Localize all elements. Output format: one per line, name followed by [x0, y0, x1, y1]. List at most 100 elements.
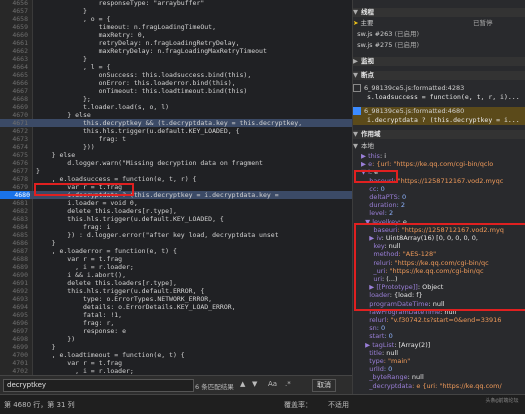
code-line[interactable]: 4677}: [0, 167, 352, 175]
code-line[interactable]: 4662 maxRetryDelay: n.fragLoadingMaxRetr…: [0, 47, 352, 55]
code-line[interactable]: 4663 }: [0, 55, 352, 63]
breakpoint-checkbox[interactable]: [353, 84, 361, 92]
code-line[interactable]: 4670 } else: [0, 111, 352, 119]
thread-sw-275[interactable]: sw.js #275 (已启用): [353, 41, 525, 50]
code-line[interactable]: 4673 frag: t: [0, 135, 352, 143]
code-line[interactable]: 4694 details: o.ErrorDetails.KEY_LOAD_ER…: [0, 303, 352, 311]
local-scope-header[interactable]: ▼ 本地: [353, 142, 525, 151]
code-line[interactable]: 4700 , e.loadtimeout = function(e, t) {: [0, 351, 352, 359]
line-number[interactable]: 4681: [0, 199, 28, 207]
code-line[interactable]: 4699 }: [0, 343, 352, 351]
line-number[interactable]: 4661: [0, 39, 28, 47]
line-number[interactable]: 4687: [0, 247, 28, 255]
breakpoint-item[interactable]: 6_98139ce5.js:formatted:4283: [353, 84, 525, 93]
line-number[interactable]: 4679: [0, 183, 28, 191]
code-line[interactable]: 4685 }) : d.logger.error("after key load…: [0, 231, 352, 239]
scope-section-header[interactable]: ▼ 作用域: [353, 130, 525, 139]
line-number[interactable]: 4693: [0, 295, 28, 303]
line-number[interactable]: 4699: [0, 343, 28, 351]
code-line[interactable]: 4696 frag: r,: [0, 319, 352, 327]
code-line[interactable]: 4697 response: e: [0, 327, 352, 335]
code-line[interactable]: 4692 this.hls.trigger(u.default.ERROR, {: [0, 287, 352, 295]
line-number[interactable]: 4659: [0, 23, 28, 31]
code-line[interactable]: 4688 var r = t.frag: [0, 255, 352, 263]
line-number[interactable]: 4678: [0, 175, 28, 183]
watch-section-header[interactable]: ▶ 监视: [353, 57, 525, 66]
line-number[interactable]: 4680: [0, 191, 30, 199]
code-line[interactable]: 4684 frag: i: [0, 223, 352, 231]
code-line[interactable]: 4674 })): [0, 143, 352, 151]
line-number[interactable]: 4658: [0, 15, 28, 23]
line-number[interactable]: 4689: [0, 263, 28, 271]
line-number[interactable]: 4696: [0, 319, 28, 327]
line-number[interactable]: 4656: [0, 0, 28, 7]
line-number[interactable]: 4694: [0, 303, 28, 311]
line-number[interactable]: 4691: [0, 279, 28, 287]
regex-toggle[interactable]: .*: [285, 380, 291, 388]
code-line[interactable]: 4665 onSuccess: this.loadsuccess.bind(th…: [0, 71, 352, 79]
breakpoint-item-active[interactable]: 6_98139ce5.js:formatted:4680: [353, 107, 525, 116]
line-number[interactable]: 4690: [0, 271, 28, 279]
code-line[interactable]: 4678 , e.loadsuccess = function(e, t, r)…: [0, 175, 352, 183]
line-number[interactable]: 4701: [0, 359, 28, 367]
code-line[interactable]: 4660 maxRetry: 0,: [0, 31, 352, 39]
code-line[interactable]: 4698 }): [0, 335, 352, 343]
scope-variable-row[interactable]: _decryptdata: e {uri: "https://ke.qq.com…: [353, 382, 525, 391]
search-prev-icon[interactable]: ▲: [240, 380, 245, 388]
line-number[interactable]: 4668: [0, 95, 28, 103]
line-number[interactable]: 4667: [0, 87, 28, 95]
breakpoints-section-header[interactable]: ▼ 断点: [353, 71, 525, 80]
code-line[interactable]: 4668 };: [0, 95, 352, 103]
line-number[interactable]: 4674: [0, 143, 28, 151]
line-number[interactable]: 4669: [0, 103, 28, 111]
cancel-search-button[interactable]: 取消: [312, 379, 336, 392]
code-line[interactable]: 4667 onTimeout: this.loadtimeout.bind(th…: [0, 87, 352, 95]
code-line[interactable]: 4702 , i = r.loader;: [0, 367, 352, 375]
code-line[interactable]: 4681 i.loader = void 0,: [0, 199, 352, 207]
code-line[interactable]: 4686 }: [0, 239, 352, 247]
match-case-toggle[interactable]: Aa: [268, 380, 277, 388]
code-line[interactable]: 4701 var r = t.frag: [0, 359, 352, 367]
code-line[interactable]: 4676 d.logger.warn("Missing decryption d…: [0, 159, 352, 167]
code-line[interactable]: 4672 this.hls.trigger(u.default.KEY_LOAD…: [0, 127, 352, 135]
code-line[interactable]: 4683 this.hls.trigger(u.default.KEY_LOAD…: [0, 215, 352, 223]
line-number[interactable]: 4662: [0, 47, 28, 55]
line-number[interactable]: 4700: [0, 351, 28, 359]
code-line[interactable]: 4682 delete this.loaders[r.type],: [0, 207, 352, 215]
code-line[interactable]: 4690 i && i.abort(),: [0, 271, 352, 279]
line-number[interactable]: 4664: [0, 63, 28, 71]
search-next-icon[interactable]: ▼: [252, 380, 257, 388]
line-number[interactable]: 4665: [0, 71, 28, 79]
code-line[interactable]: 4675 } else: [0, 151, 352, 159]
search-input[interactable]: decryptkey: [3, 379, 194, 392]
line-number[interactable]: 4688: [0, 255, 28, 263]
threads-section-header[interactable]: ▼ 线程: [353, 8, 525, 17]
code-line[interactable]: 4666 onError: this.loaderror.bind(this),: [0, 79, 352, 87]
thread-sw-263[interactable]: sw.js #263 (已启用): [353, 30, 525, 39]
code-line[interactable]: 4691 delete this.loaders[r.type],: [0, 279, 352, 287]
line-number[interactable]: 4682: [0, 207, 28, 215]
code-line[interactable]: 4657 }: [0, 7, 352, 15]
thread-main[interactable]: ➤ 主要 已暂停: [353, 19, 525, 28]
line-number[interactable]: 4683: [0, 215, 28, 223]
line-number[interactable]: 4675: [0, 151, 28, 159]
code-editor[interactable]: 4656 responseType: "arraybuffer" 4657 } 46…: [0, 0, 352, 375]
code-line[interactable]: 4659 timeout: n.fragLoadingTimeOut,: [0, 23, 352, 31]
line-number[interactable]: 4660: [0, 31, 28, 39]
code-line[interactable]: 4689 , i = r.loader;: [0, 263, 352, 271]
code-line[interactable]: 4656 responseType: "arraybuffer": [0, 0, 352, 7]
line-number[interactable]: 4685: [0, 231, 28, 239]
code-line[interactable]: 4661 retryDelay: n.fragLoadingRetryDelay…: [0, 39, 352, 47]
line-number[interactable]: 4702: [0, 367, 28, 375]
code-line[interactable]: 4671 this.decryptkey && (t.decryptdata.k…: [0, 119, 352, 127]
line-number[interactable]: 4698: [0, 335, 28, 343]
line-number[interactable]: 4676: [0, 159, 28, 167]
line-number[interactable]: 4666: [0, 79, 28, 87]
line-number[interactable]: 4663: [0, 55, 28, 63]
code-line[interactable]: 4695 fatal: !1,: [0, 311, 352, 319]
line-number[interactable]: 4692: [0, 287, 28, 295]
line-number[interactable]: 4671: [0, 119, 28, 127]
line-number[interactable]: 4657: [0, 7, 28, 15]
line-number[interactable]: 4686: [0, 239, 28, 247]
code-line[interactable]: 4693 type: o.ErrorTypes.NETWORK_ERROR,: [0, 295, 352, 303]
